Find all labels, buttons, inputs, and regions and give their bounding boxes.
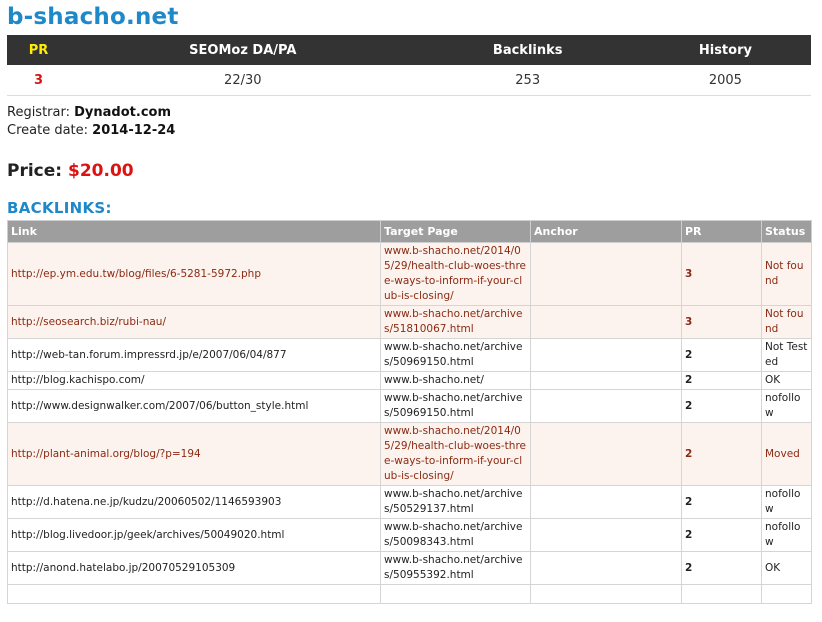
target-page[interactable]: www.b-shacho.net/archives/50969150.html (380, 389, 531, 423)
row-status: nofollow (761, 518, 812, 552)
anchor-text (530, 422, 682, 486)
table-row: http://plant-animal.org/blog/?p=194 www.… (7, 422, 812, 486)
backlink-url[interactable]: http://blog.kachispo.com/ (7, 371, 381, 390)
table-row: http://d.hatena.ne.jp/kudzu/20060502/114… (7, 485, 812, 519)
summary-header-row: PR SEOMoz DA/PA Backlinks History (7, 35, 811, 65)
table-row: http://blog.kachispo.com/ www.b-shacho.n… (7, 371, 812, 390)
target-page[interactable]: www.b-shacho.net/2014/05/29/health-club-… (380, 422, 531, 486)
summary-seomoz-value: 22/30 (69, 65, 416, 96)
target-page[interactable]: www.b-shacho.net/archives/50098343.html (380, 518, 531, 552)
table-row: http://web-tan.forum.impressrd.jp/e/2007… (7, 338, 812, 372)
row-status: Not found (761, 305, 812, 339)
backlinks-title: BACKLINKS: (7, 199, 112, 217)
table-row: http://seosearch.biz/rubi-nau/ www.b-sha… (7, 305, 812, 339)
backlink-url[interactable]: http://blog.livedoor.jp/geek/archives/50… (7, 518, 381, 552)
backlink-url[interactable]: http://www.designwalker.com/2007/06/butt… (7, 389, 381, 423)
backlinks-header-row: Link Target Page Anchor PR Status (7, 220, 812, 243)
backlink-url[interactable]: http://web-tan.forum.impressrd.jp/e/2007… (7, 338, 381, 372)
backlinks-table: Link Target Page Anchor PR Status http:/… (7, 220, 812, 604)
target-page[interactable]: www.b-shacho.net/archives/51810067.html (380, 305, 531, 339)
registrar-line: Registrar: Dynadot.com (7, 104, 811, 122)
col-link: Link (7, 220, 381, 243)
row-status: OK (761, 371, 812, 390)
anchor-text (530, 242, 682, 306)
anchor-text (530, 584, 682, 604)
anchor-text (530, 518, 682, 552)
row-status: Moved (761, 422, 812, 486)
registrar-value: Dynadot.com (74, 105, 172, 120)
price: Price: $20.00 (7, 161, 811, 181)
target-page[interactable]: www.b-shacho.net/ (380, 371, 531, 390)
price-label: Price: (7, 161, 63, 181)
domain-details: Registrar: Dynadot.com Create date: 2014… (7, 104, 811, 140)
price-amount: $20.00 (68, 161, 134, 181)
table-row: http://anond.hatelabo.jp/20070529105309 … (7, 551, 812, 585)
row-pr: 2 (681, 338, 762, 372)
summary-header-backlinks: Backlinks (415, 35, 640, 65)
anchor-text (530, 485, 682, 519)
table-row: http://www.designwalker.com/2007/06/butt… (7, 389, 812, 423)
summary-header-seomoz: SEOMoz DA/PA (69, 35, 416, 65)
summary-pr-value: 3 (7, 65, 70, 96)
backlink-url[interactable]: http://seosearch.biz/rubi-nau/ (7, 305, 381, 339)
summary-history-value: 2005 (639, 65, 811, 96)
create-date-label: Create date: (7, 123, 89, 138)
col-status: Status (761, 220, 812, 243)
row-status: Not found (761, 242, 812, 306)
backlink-url[interactable]: http://plant-animal.org/blog/?p=194 (7, 422, 381, 486)
row-status: nofollow (761, 389, 812, 423)
row-pr: 2 (681, 389, 762, 423)
row-pr: 2 (681, 422, 762, 486)
target-page[interactable]: www.b-shacho.net/archives/50529137.html (380, 485, 531, 519)
summary-header-pr: PR (7, 35, 70, 65)
row-status (761, 584, 812, 604)
row-status: OK (761, 551, 812, 585)
row-pr: 3 (681, 242, 762, 306)
row-status: Not Tested (761, 338, 812, 372)
backlink-url[interactable] (7, 584, 381, 604)
row-status: nofollow (761, 485, 812, 519)
summary-value-row: 3 22/30 253 2005 (7, 65, 811, 96)
summary-table: PR SEOMoz DA/PA Backlinks History 3 22/3… (7, 35, 811, 96)
row-pr: 2 (681, 518, 762, 552)
target-page[interactable] (380, 584, 531, 604)
summary-header-history: History (639, 35, 811, 65)
target-page[interactable]: www.b-shacho.net/archives/50969150.html (380, 338, 531, 372)
create-date-line: Create date: 2014-12-24 (7, 122, 811, 140)
col-target-page: Target Page (380, 220, 531, 243)
create-date-value: 2014-12-24 (92, 123, 176, 138)
registrar-label: Registrar: (7, 105, 70, 120)
anchor-text (530, 305, 682, 339)
row-pr: 2 (681, 371, 762, 390)
anchor-text (530, 389, 682, 423)
table-row: http://blog.livedoor.jp/geek/archives/50… (7, 518, 812, 552)
page: b-shacho.net PR SEOMoz DA/PA Backlinks H… (0, 0, 822, 604)
anchor-text (530, 371, 682, 390)
col-pr: PR (681, 220, 762, 243)
anchor-text (530, 551, 682, 585)
anchor-text (530, 338, 682, 372)
summary-backlinks-value: 253 (415, 65, 640, 96)
row-pr: 2 (681, 485, 762, 519)
backlink-url[interactable]: http://ep.ym.edu.tw/blog/files/6-5281-59… (7, 242, 381, 306)
target-page[interactable]: www.b-shacho.net/archives/50955392.html (380, 551, 531, 585)
row-pr: 2 (681, 551, 762, 585)
table-row: http://ep.ym.edu.tw/blog/files/6-5281-59… (7, 242, 812, 306)
backlink-url[interactable]: http://anond.hatelabo.jp/20070529105309 (7, 551, 381, 585)
row-pr (681, 584, 762, 604)
site-title[interactable]: b-shacho.net (7, 0, 811, 35)
backlinks-body: http://ep.ym.edu.tw/blog/files/6-5281-59… (7, 242, 812, 604)
target-page[interactable]: www.b-shacho.net/2014/05/29/health-club-… (380, 242, 531, 306)
table-row (7, 584, 812, 604)
row-pr: 3 (681, 305, 762, 339)
backlink-url[interactable]: http://d.hatena.ne.jp/kudzu/20060502/114… (7, 485, 381, 519)
col-anchor: Anchor (530, 220, 682, 243)
